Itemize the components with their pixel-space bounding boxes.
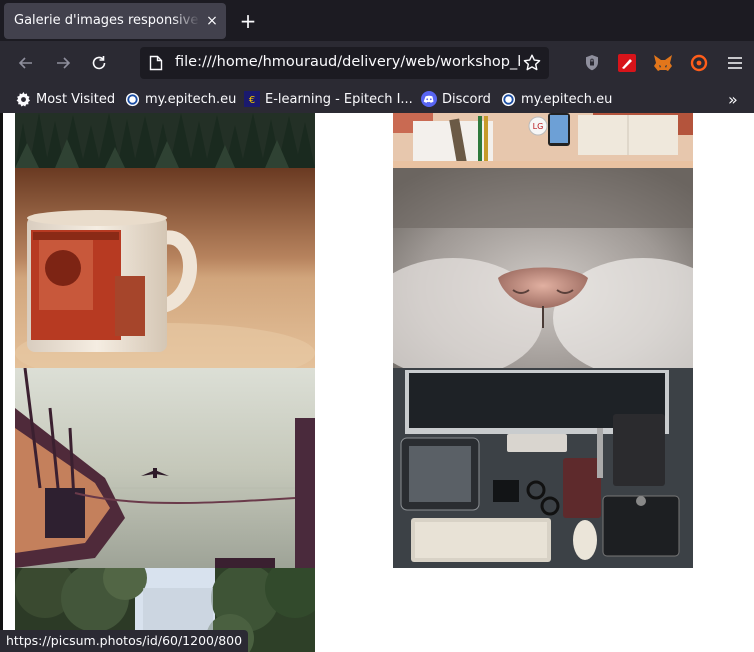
- forest-photo[interactable]: [15, 113, 315, 168]
- bookmark-star-icon[interactable]: [522, 53, 542, 77]
- active-tab[interactable]: Galerie d'images responsive a ×: [4, 3, 226, 39]
- bookmark-discord[interactable]: Discord: [421, 90, 491, 108]
- epitech-icon: [124, 91, 140, 107]
- boat-bird-photo[interactable]: [15, 368, 315, 568]
- tab-title: Galerie d'images responsive a: [14, 13, 200, 28]
- back-arrow-icon[interactable]: [14, 51, 38, 75]
- discord-icon: [421, 91, 437, 107]
- reload-icon[interactable]: [87, 51, 111, 75]
- bookmarks-overflow-chevron-icon[interactable]: »: [728, 90, 748, 109]
- bookmark-my-epitech[interactable]: my.epitech.eu: [124, 90, 236, 108]
- navigation-toolbar: file:///home/hmouraud/delivery/web/works…: [0, 41, 754, 85]
- bookmark-label: Discord: [442, 91, 491, 107]
- address-bar[interactable]: file:///home/hmouraud/delivery/web/works…: [140, 47, 549, 79]
- svg-text:€: €: [249, 95, 255, 106]
- epitech-icon: [500, 91, 516, 107]
- svg-text:LG: LG: [533, 122, 544, 131]
- bookmark-most-visited[interactable]: Most Visited: [15, 90, 115, 108]
- bookmark-elearning[interactable]: € E-learning - Epitech I...: [244, 90, 413, 108]
- gear-icon: [15, 91, 31, 107]
- bookmark-label: Most Visited: [36, 91, 116, 107]
- close-tab-icon[interactable]: ×: [202, 11, 222, 31]
- bookmark-my-epitech-2[interactable]: my.epitech.eu: [500, 90, 612, 108]
- fox-extension-icon[interactable]: [653, 53, 673, 73]
- desk-items-photo[interactable]: LG: [393, 113, 693, 168]
- bookmark-label: my.epitech.eu: [145, 91, 237, 107]
- tab-strip: Galerie d'images responsive a × +: [0, 0, 754, 41]
- page-content: LG: [0, 113, 754, 652]
- extension-red-icon[interactable]: [617, 53, 637, 73]
- shield-icon[interactable]: [582, 53, 602, 73]
- page-left-border: [0, 113, 3, 652]
- bookmarks-toolbar: Most Visited my.epitech.eu € E-learning …: [0, 85, 754, 113]
- link-status-bar: https://picsum.photos/id/60/1200/800: [0, 630, 249, 652]
- extension-orange-icon[interactable]: [689, 53, 709, 73]
- forward-arrow-icon[interactable]: [51, 51, 75, 75]
- bookmark-label: my.epitech.eu: [521, 91, 613, 107]
- bookmark-label: E-learning - Epitech I...: [265, 91, 413, 107]
- url-text[interactable]: file:///home/hmouraud/delivery/web/works…: [175, 54, 520, 70]
- menu-icon[interactable]: [725, 53, 745, 73]
- cat-nose-photo[interactable]: [393, 168, 693, 368]
- page-icon: [149, 55, 163, 75]
- workspace-devices-photo[interactable]: [393, 368, 693, 568]
- new-tab-icon[interactable]: +: [236, 9, 260, 33]
- mug-photo[interactable]: [15, 168, 315, 368]
- elearning-icon: €: [244, 91, 260, 107]
